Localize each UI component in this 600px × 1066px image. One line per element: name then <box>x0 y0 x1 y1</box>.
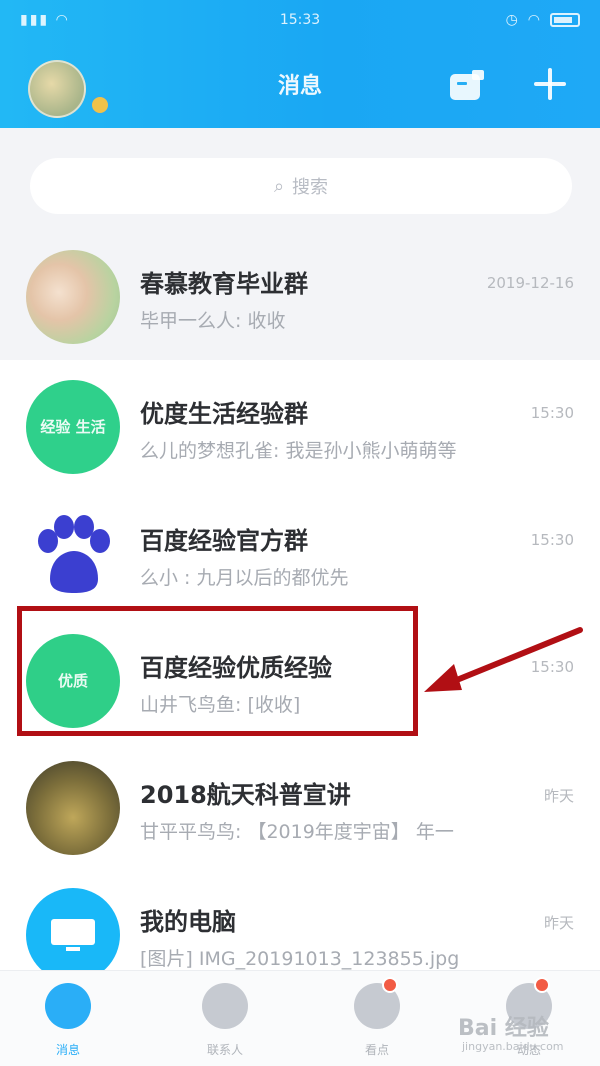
conversation-row[interactable]: 春慕教育毕业群 毕甲一么人: 收收 2019-12-16 <box>0 230 600 360</box>
notification-badge <box>382 977 398 993</box>
group-avatar <box>26 761 120 855</box>
search-icon: ⌕ <box>273 175 285 197</box>
conversation-preview: 毕甲一么人: 收收 <box>140 310 286 332</box>
tab-contacts[interactable]: 联系人 <box>190 983 260 1063</box>
search-placeholder: 搜索 <box>292 177 329 198</box>
tab-watch[interactable]: 看点 <box>342 977 412 1063</box>
battery-icon <box>550 13 580 27</box>
message-tab-icon <box>45 983 91 1029</box>
conversation-name: 2018航天科普宣讲 <box>140 781 351 809</box>
conversation-name: 优度生活经验群 <box>140 400 308 428</box>
group-avatar <box>26 507 120 601</box>
conversation-row[interactable]: 经验 生活 优度生活经验群 么儿的梦想孔雀: 我是孙小熊小萌萌等 15:30 <box>0 360 600 487</box>
search-area: ⌕ 搜索 <box>0 128 600 230</box>
conversation-time: 昨天 <box>543 914 574 932</box>
tab-label: 看点 <box>364 1043 389 1057</box>
plus-icon[interactable] <box>530 64 570 104</box>
conversation-preview: [图片] IMG_20191013_123855.jpg <box>140 948 460 970</box>
notification-badge <box>534 977 550 993</box>
contacts-tab-icon <box>202 983 248 1029</box>
conversation-name: 我的电脑 <box>140 908 236 936</box>
qq-messages-screen: ▮▮▮ ◠ 15:33 ◷ ◠ 消息 ⌕ 搜索 春慕教育毕业群 毕甲一么人: 收… <box>0 0 600 1066</box>
conversation-row[interactable]: 2018航天科普宣讲 甘平平鸟鸟: 【2019年度宇宙】 年一 昨天 <box>0 741 600 868</box>
conversation-time: 2019-12-16 <box>486 274 574 292</box>
conversation-name: 春慕教育毕业群 <box>140 270 308 298</box>
paw-icon <box>38 515 110 593</box>
highlight-box <box>17 606 418 736</box>
app-header: ▮▮▮ ◠ 15:33 ◷ ◠ 消息 <box>0 0 600 128</box>
conversation-name: 百度经验官方群 <box>140 527 308 555</box>
conversation-preview: 么小 : 九月以后的都优先 <box>140 567 349 589</box>
monitor-icon <box>51 919 95 951</box>
computer-avatar <box>26 888 120 982</box>
watermark-url: jingyan.baidu.com <box>462 1040 564 1053</box>
conversation-time: 昨天 <box>543 787 574 805</box>
watch-tab-icon <box>354 977 400 1029</box>
conversation-row[interactable]: 百度经验官方群 么小 : 九月以后的都优先 15:30 <box>0 487 600 614</box>
tab-messages[interactable]: 消息 <box>33 983 103 1063</box>
page-title: 消息 <box>277 74 322 99</box>
status-bar: ▮▮▮ ◠ 15:33 ◷ ◠ <box>0 0 600 40</box>
signal-icon: ▮▮▮ ◠ <box>20 12 70 28</box>
wifi-icon: ◠ <box>527 12 540 28</box>
conversation-time: 15:30 <box>530 404 574 422</box>
contacts-icon[interactable] <box>448 68 486 102</box>
tab-label: 联系人 <box>206 1043 243 1057</box>
group-avatar <box>26 250 120 344</box>
watermark-logo: Bai 经验 <box>458 1016 549 1041</box>
alarm-icon: ◷ <box>505 12 518 28</box>
group-avatar: 经验 生活 <box>26 380 120 474</box>
status-icons: ◷ ◠ <box>506 12 580 28</box>
conversation-preview: 甘平平鸟鸟: 【2019年度宇宙】 年一 <box>140 821 454 843</box>
arrow-annotation <box>424 627 583 692</box>
search-input[interactable]: ⌕ 搜索 <box>30 158 572 214</box>
tab-label: 消息 <box>55 1043 80 1057</box>
conversation-time: 15:30 <box>530 531 574 549</box>
conversation-preview: 么儿的梦想孔雀: 我是孙小熊小萌萌等 <box>140 440 457 462</box>
